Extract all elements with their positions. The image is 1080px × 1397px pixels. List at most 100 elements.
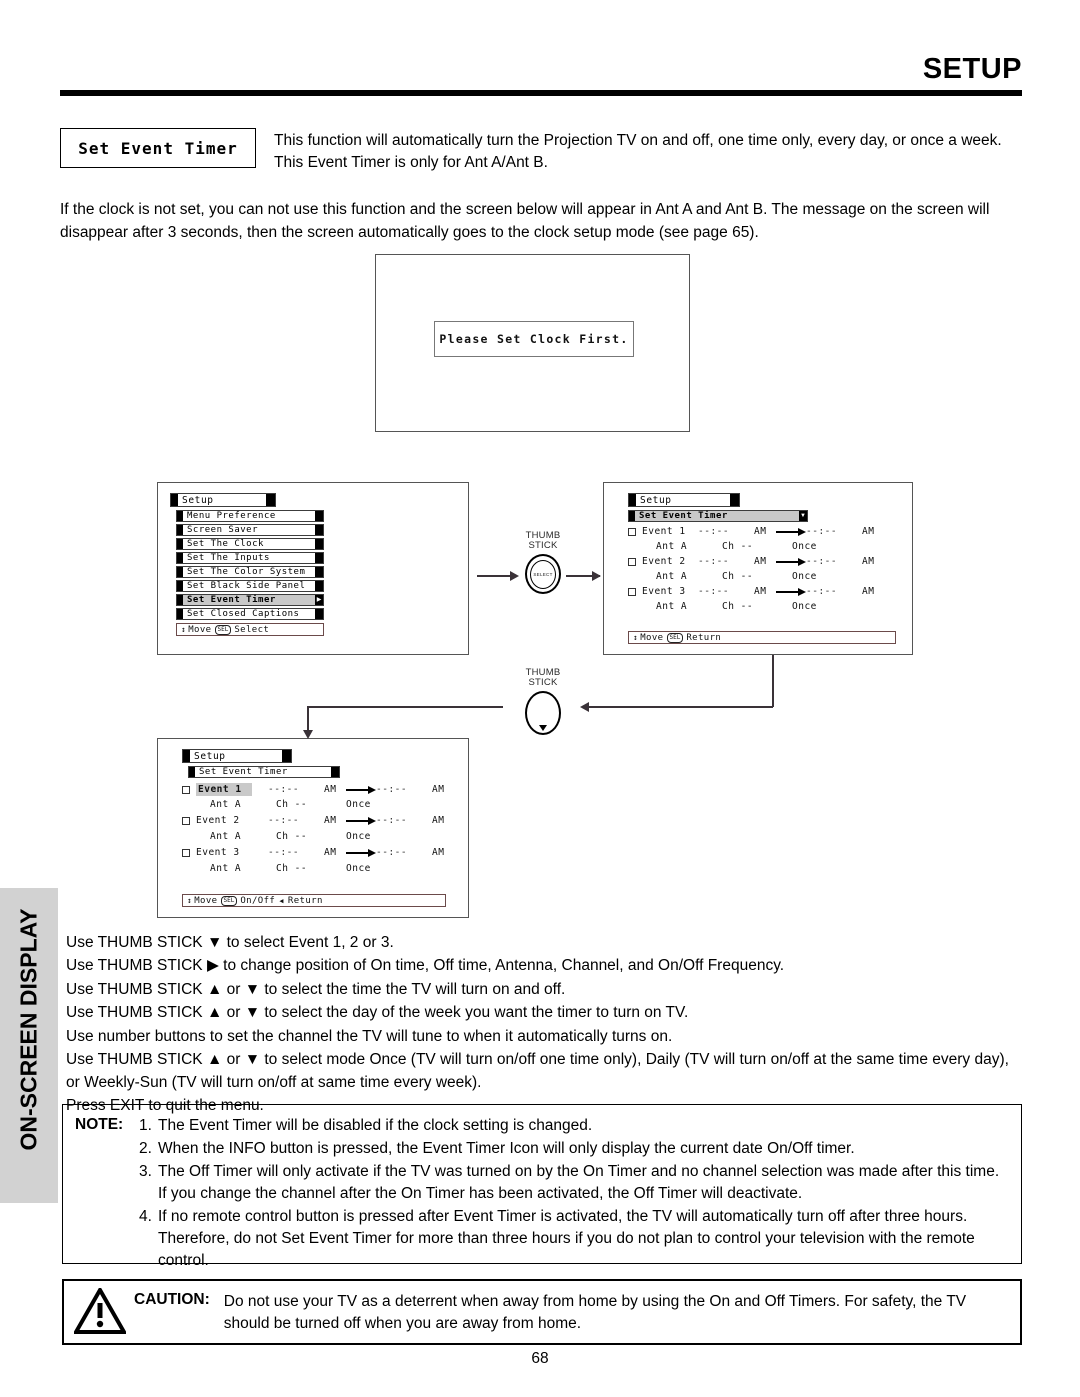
event-off-time[interactable]: --:-- [376,784,432,795]
event-frequency[interactable]: Once [346,831,371,842]
event-channel[interactable]: Ch -- [722,571,792,582]
row-right-cap-icon [315,567,323,577]
event-on-ampm[interactable]: AM [324,784,346,795]
event-frequency[interactable]: Once [792,601,817,612]
event-row-2[interactable]: Event 2 --:-- AM --:-- AM [182,815,454,826]
event-on-time[interactable]: --:-- [698,526,754,537]
thumb-stick-select-icon[interactable]: SELECT [525,554,561,594]
menu-item-set-event-timer[interactable]: Set Event Timer ▶ [176,594,324,606]
event-channel[interactable]: Ch -- [722,601,792,612]
checkbox-icon[interactable] [628,587,636,596]
event-frequency[interactable]: Once [792,571,817,582]
footer-action2-label: Return [287,895,323,906]
menu-item-set-the-clock[interactable]: Set The Clock [176,538,324,550]
instruction-line: Use THUMB STICK ▲ or ▼ to select mode On… [66,1051,1009,1091]
up-down-arrow-icon: ↕ [633,632,639,642]
event-channel[interactable]: Ch -- [276,831,346,842]
submenu-header-set-event-timer[interactable]: Set Event Timer ▼ [628,510,808,522]
event-off-ampm[interactable]: AM [432,784,454,795]
footer-move-label: Move [188,624,212,635]
chevron-down-icon: ▼ [799,511,807,521]
event-channel[interactable]: Ch -- [722,541,792,552]
event-off-time[interactable]: --:-- [806,556,862,567]
event-on-time[interactable]: --:-- [698,586,754,597]
osd-footer-event-timer: ↕ Move SEL Return [628,631,896,644]
event-antenna[interactable]: Ant A [210,831,276,842]
event-antenna[interactable]: Ant A [210,799,276,810]
event-sub-row-3[interactable]: Ant A Ch -- Once [656,601,817,612]
menu-item-screen-saver[interactable]: Screen Saver [176,524,324,536]
footer-move-label: Move [194,895,218,906]
osd-title-text: Setup [640,494,672,506]
menu-item-set-black-side-panel[interactable]: Set Black Side Panel [176,580,324,592]
instruction-line: Use THUMB STICK ▶ to change position of … [66,957,785,975]
event-on-ampm[interactable]: AM [754,556,776,567]
submenu-header-set-event-timer[interactable]: Set Event Timer [188,766,340,778]
checkbox-icon[interactable] [182,816,190,825]
event-row-1[interactable]: Event 1 --:-- AM --:-- AM [182,783,454,796]
event-on-time[interactable]: --:-- [268,815,324,826]
checkbox-icon[interactable] [628,527,636,536]
event-off-ampm[interactable]: AM [432,815,454,826]
event-off-ampm[interactable]: AM [862,586,884,597]
event-on-time[interactable]: --:-- [268,847,324,858]
event-off-ampm[interactable]: AM [862,526,884,537]
sel-key-icon: SEL [666,632,684,643]
event-on-time[interactable]: --:-- [268,784,324,795]
event-row-3[interactable]: Event 3 --:-- AM --:-- AM [628,586,884,597]
thumb-stick-down-icon[interactable] [525,691,561,735]
event-on-ampm[interactable]: AM [324,847,346,858]
caution-box: CAUTION: Do not use your TV as a deterre… [62,1279,1022,1345]
event-sub-row-1[interactable]: Ant A Ch -- Once [656,541,817,552]
event-antenna[interactable]: Ant A [656,571,722,582]
checkbox-icon[interactable] [182,785,190,794]
event-antenna[interactable]: Ant A [210,863,276,874]
event-frequency[interactable]: Once [792,541,817,552]
event-sub-row-2[interactable]: Ant A Ch -- Once [656,571,817,582]
event-on-ampm[interactable]: AM [754,586,776,597]
caution-text: Do not use your TV as a deterrent when a… [223,1293,967,1332]
event-frequency[interactable]: Once [346,799,371,810]
event-off-ampm[interactable]: AM [862,556,884,567]
event-antenna[interactable]: Ant A [656,541,722,552]
event-row-2[interactable]: Event 2 --:-- AM --:-- AM [628,556,884,567]
event-frequency[interactable]: Once [346,863,371,874]
event-row-3[interactable]: Event 3 --:-- AM --:-- AM [182,847,454,858]
tv-screen-illustration: Please Set Clock First. [375,254,690,432]
titlebar-left-cap-icon [171,494,178,506]
row-right-cap-icon [315,525,323,535]
row-right-cap-icon [315,511,323,521]
footer-action-label: Return [686,632,722,643]
event-sub-row-3[interactable]: Ant A Ch -- Once [210,863,371,874]
event-row-1[interactable]: Event 1 --:-- AM --:-- AM [628,526,884,537]
submenu-title-label: Set Event Timer [639,511,728,521]
event-off-time[interactable]: --:-- [806,586,862,597]
menu-item-menu-preference[interactable]: Menu Preference [176,510,324,522]
event-on-ampm[interactable]: AM [324,815,346,826]
event-antenna[interactable]: Ant A [656,601,722,612]
sel-key-icon: SEL [214,624,232,635]
section-tab-on-screen-display: ON-SCREEN DISPLAY [0,888,58,1203]
footer-action-label: On/Off [240,895,276,906]
right-arrow-icon [346,785,376,794]
event-off-time[interactable]: --:-- [806,526,862,537]
osd-panel-setup-menu: Setup Menu Preference Screen Saver Set T… [157,482,469,655]
event-on-time[interactable]: --:-- [698,556,754,567]
checkbox-icon[interactable] [628,557,636,566]
event-off-time[interactable]: --:-- [376,815,432,826]
note-item: 4. If no remote control button is presse… [139,1206,1009,1272]
menu-item-set-closed-captions[interactable]: Set Closed Captions [176,608,324,620]
checkbox-icon[interactable] [182,848,190,857]
menu-item-set-the-inputs[interactable]: Set The Inputs [176,552,324,564]
event-channel[interactable]: Ch -- [276,863,346,874]
menu-item-set-the-color-system[interactable]: Set The Color System [176,566,324,578]
event-off-ampm[interactable]: AM [432,847,454,858]
event-sub-row-1[interactable]: Ant A Ch -- Once [210,799,371,810]
event-sub-row-2[interactable]: Ant A Ch -- Once [210,831,371,842]
thumb-stick-down: THUMB STICK [503,668,583,735]
event-channel[interactable]: Ch -- [276,799,346,810]
right-arrow-icon [346,848,376,857]
event-on-ampm[interactable]: AM [754,526,776,537]
note-number: 4. [139,1208,152,1225]
event-off-time[interactable]: --:-- [376,847,432,858]
